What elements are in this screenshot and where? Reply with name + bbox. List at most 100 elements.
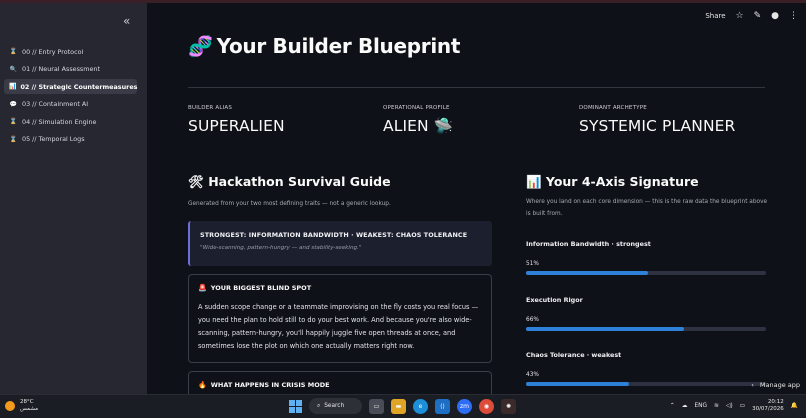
hourglass-icon: ⌛ — [9, 48, 18, 55]
page-title-text: Your Builder Blueprint — [216, 34, 461, 58]
progress-track — [526, 382, 766, 386]
sidebar-item-containment-ai[interactable]: 💬 03 // Containment AI — [4, 97, 137, 112]
pencil-icon[interactable]: ✎ — [754, 11, 762, 21]
signature-subtitle: Where you land on each core dimension — … — [526, 199, 768, 217]
progress-fill — [526, 327, 685, 331]
edge-browser-icon[interactable]: e — [413, 398, 428, 414]
sidebar-item-label: 01 // Neural Assessment — [22, 65, 100, 73]
traits-callout-subtext: "Wide-scanning, pattern-hungry — and sta… — [200, 245, 362, 251]
builder-alias: BUILDER ALIAS SUPERALIEN — [188, 105, 285, 135]
chart-icon: 📊 — [9, 83, 17, 90]
builder-alias-value: SUPERALIEN — [188, 117, 285, 135]
wifi-icon[interactable]: ≋ — [714, 403, 719, 409]
survival-guide-title: 🛠 Hackathon Survival Guide — [188, 174, 391, 189]
metric-execution-rigor: Execution Rigor 66% — [526, 296, 766, 331]
taskbar-apps: ⌕ Search ▭ ▬ e ⟨⟩ zm ◉ ✺ — [289, 398, 516, 414]
collapse-sidebar-button[interactable]: « — [123, 14, 130, 28]
traits-callout-heading: STRONGEST: INFORMATION BANDWIDTH · WEAKE… — [200, 231, 468, 239]
star-icon[interactable]: ☆ — [736, 11, 744, 21]
operational-profile-label: OPERATIONAL PROFILE — [383, 105, 450, 111]
survival-guide-subtitle: Generated from your two most defining tr… — [188, 201, 391, 207]
search-label: Search — [324, 403, 345, 409]
sun-icon — [5, 401, 15, 411]
volume-icon[interactable]: ◁) — [726, 403, 733, 409]
crisis-mode-heading: 🔥 WHAT HAPPENS IN CRISIS MODE — [198, 381, 482, 389]
page-title: 🧬 Your Builder Blueprint — [188, 34, 460, 58]
main-content: Share ☆ ✎ ● ⋮ 🧬 Your Builder Blueprint BU… — [147, 3, 806, 401]
blind-spot-card: 🚨 YOUR BIGGEST BLIND SPOT A sudden scope… — [188, 274, 492, 363]
manage-app-label: Manage app — [759, 381, 800, 389]
progress-fill — [526, 271, 649, 275]
metric-value: 51% — [526, 261, 539, 267]
task-view-icon[interactable]: ▭ — [369, 398, 384, 414]
builder-alias-label: BUILDER ALIAS — [188, 105, 233, 111]
more-menu-icon[interactable]: ⋮ — [789, 11, 798, 21]
github-icon[interactable]: ● — [771, 11, 779, 21]
metric-value: 43% — [526, 372, 539, 378]
progress-track — [526, 327, 766, 331]
zoom-icon[interactable]: zm — [457, 398, 472, 414]
metric-chaos-tolerance: Chaos Tolerance · weakest 43% — [526, 351, 766, 386]
metric-label: Information Bandwidth · strongest — [526, 240, 651, 248]
battery-icon[interactable]: ▭ — [740, 403, 745, 409]
operational-profile-value: ALIEN 🛸 — [383, 117, 454, 135]
dna-icon: 🧬 — [188, 34, 213, 58]
windows-start-icon[interactable] — [289, 399, 302, 413]
metric-value: 66% — [526, 317, 539, 323]
chevron-left-icon: ‹ — [751, 381, 754, 389]
blind-spot-heading-text: YOUR BIGGEST BLIND SPOT — [210, 284, 312, 292]
hourglass-icon: ⌛ — [9, 135, 18, 143]
blind-spot-heading: 🚨 YOUR BIGGEST BLIND SPOT — [198, 284, 482, 292]
progress-fill — [526, 382, 630, 386]
metric-label: Chaos Tolerance · weakest — [526, 351, 622, 359]
chevron-up-icon[interactable]: ⌃ — [670, 403, 675, 409]
metric-label: Execution Rigor — [526, 296, 583, 304]
taskbar-search[interactable]: ⌕ Search — [309, 398, 362, 414]
sidebar-item-entry-protocol[interactable]: ⌛ 00 // Entry Protocol — [4, 44, 137, 59]
progress-track — [526, 271, 766, 275]
divider — [188, 87, 765, 88]
dominant-archetype: DOMINANT ARCHETYPE SYSTEMIC PLANNER — [579, 105, 735, 135]
signature-title: 📊 Your 4-Axis Signature — [526, 174, 699, 189]
sidebar-item-neural-assessment[interactable]: 🔍 01 // Neural Assessment — [4, 62, 137, 77]
manage-app-button[interactable]: ‹ Manage app — [751, 381, 800, 389]
weather-widget[interactable]: 28°C مشمس — [5, 399, 38, 413]
weather-condition: مشمس — [20, 406, 39, 412]
language-indicator[interactable]: ENG — [695, 403, 708, 409]
operational-profile: OPERATIONAL PROFILE ALIEN 🛸 — [383, 105, 453, 135]
notification-bell-icon[interactable]: 🔔 — [791, 403, 798, 409]
sidebar-item-strategic-countermeasures[interactable]: 📊 02 // Strategic Countermeasures — [4, 79, 137, 94]
fire-icon: 🔥 — [198, 381, 207, 389]
chrome-icon[interactable]: ◉ — [479, 398, 494, 414]
clock[interactable]: 20:12 30/07/2026 — [752, 399, 784, 413]
temperature: 28°C — [20, 399, 34, 405]
system-tray: ⌃ ☁ ENG ≋ ◁) ▭ 20:12 30/07/2026 🔔 — [670, 399, 798, 413]
sidebar-item-label: 04 // Simulation Engine — [22, 117, 97, 126]
cloud-icon[interactable]: ☁ — [682, 403, 688, 409]
dominant-archetype-value: SYSTEMIC PLANNER — [579, 117, 736, 135]
search-icon: ⌕ — [317, 402, 321, 409]
windows-taskbar: 28°C مشمس ⌕ Search ▭ ▬ e ⟨⟩ zm ◉ ✺ ⌃ ☁ E… — [0, 394, 806, 418]
sidebar-item-label: 05 // Temporal Logs — [22, 135, 85, 143]
vscode-icon[interactable]: ⟨⟩ — [435, 398, 450, 414]
hourglass-icon: ⌛ — [9, 118, 18, 125]
blind-spot-body: A sudden scope change or a teammate impr… — [198, 303, 479, 350]
file-explorer-icon[interactable]: ▬ — [391, 398, 406, 414]
sidebar-item-temporal-logs[interactable]: ⌛ 05 // Temporal Logs — [4, 132, 137, 147]
clock-date: 30/07/2026 — [752, 406, 784, 412]
metric-information-bandwidth: Information Bandwidth · strongest 51% — [526, 240, 766, 275]
speech-bubble-icon: 💬 — [9, 100, 18, 108]
siren-icon: 🚨 — [198, 284, 207, 292]
app-icon[interactable]: ✺ — [501, 398, 516, 414]
traits-callout: STRONGEST: INFORMATION BANDWIDTH · WEAKE… — [188, 221, 492, 266]
sidebar-item-label: 00 // Entry Protocol — [22, 47, 84, 56]
sidebar-item-label: 02 // Strategic Countermeasures — [20, 82, 138, 91]
sidebar: « ⌛ 00 // Entry Protocol 🔍 01 // Neural … — [0, 3, 147, 394]
sidebar-nav: ⌛ 00 // Entry Protocol 🔍 01 // Neural As… — [4, 44, 137, 149]
sidebar-item-label: 03 // Containment AI — [22, 100, 89, 108]
clock-time: 20:12 — [767, 399, 784, 405]
crisis-mode-heading-text: WHAT HAPPENS IN CRISIS MODE — [210, 381, 330, 389]
sidebar-item-simulation-engine[interactable]: ⌛ 04 // Simulation Engine — [4, 114, 137, 129]
share-button[interactable]: Share — [705, 12, 725, 20]
dominant-archetype-label: DOMINANT ARCHETYPE — [579, 105, 647, 111]
